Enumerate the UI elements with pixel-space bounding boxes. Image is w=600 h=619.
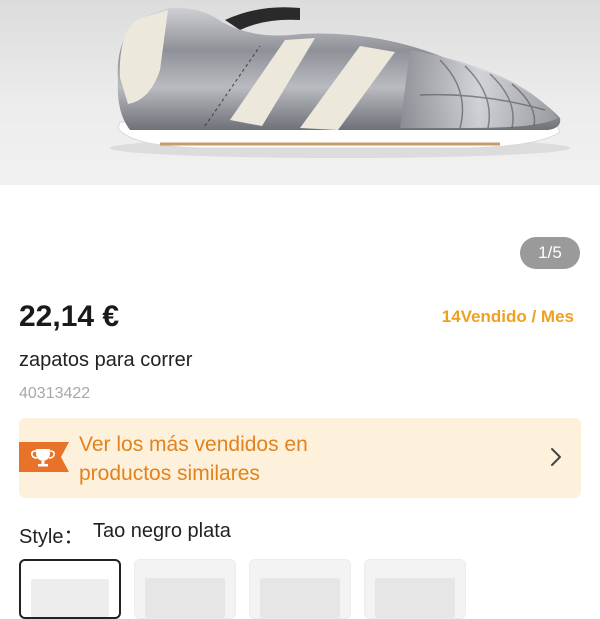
best-sellers-line1: Ver los más vendidos en [79, 433, 308, 456]
product-title: zapatos para correr [19, 349, 193, 371]
variant-image [375, 578, 455, 618]
chevron-right-icon [551, 448, 561, 466]
style-value: Tao negro plata [93, 520, 231, 542]
variant-image [31, 579, 109, 617]
best-sellers-text: Ver los más vendidos en productos simila… [79, 430, 308, 488]
gallery-bottom-area [0, 185, 600, 287]
trophy-icon [19, 442, 69, 472]
monthly-sales: 14Vendido / Mes [441, 307, 574, 326]
variant-thumbnail[interactable] [364, 559, 466, 619]
variant-thumbnail[interactable] [249, 559, 351, 619]
best-sellers-line2: productos similares [79, 462, 260, 485]
variant-thumbnail[interactable] [134, 559, 236, 619]
image-page-indicator: 1/5 [520, 237, 580, 269]
shoe-product-image [110, 7, 570, 158]
product-sku: 40313422 [19, 385, 91, 402]
variant-image [260, 578, 340, 618]
product-image-gallery[interactable]: 1/5 [0, 0, 600, 287]
style-label: Style： [19, 526, 84, 548]
variant-image [145, 578, 225, 618]
variant-thumbnail-selected[interactable] [19, 559, 121, 619]
best-sellers-banner[interactable]: Ver los más vendidos en productos simila… [19, 418, 581, 498]
product-price: 22,14 € [19, 300, 120, 333]
